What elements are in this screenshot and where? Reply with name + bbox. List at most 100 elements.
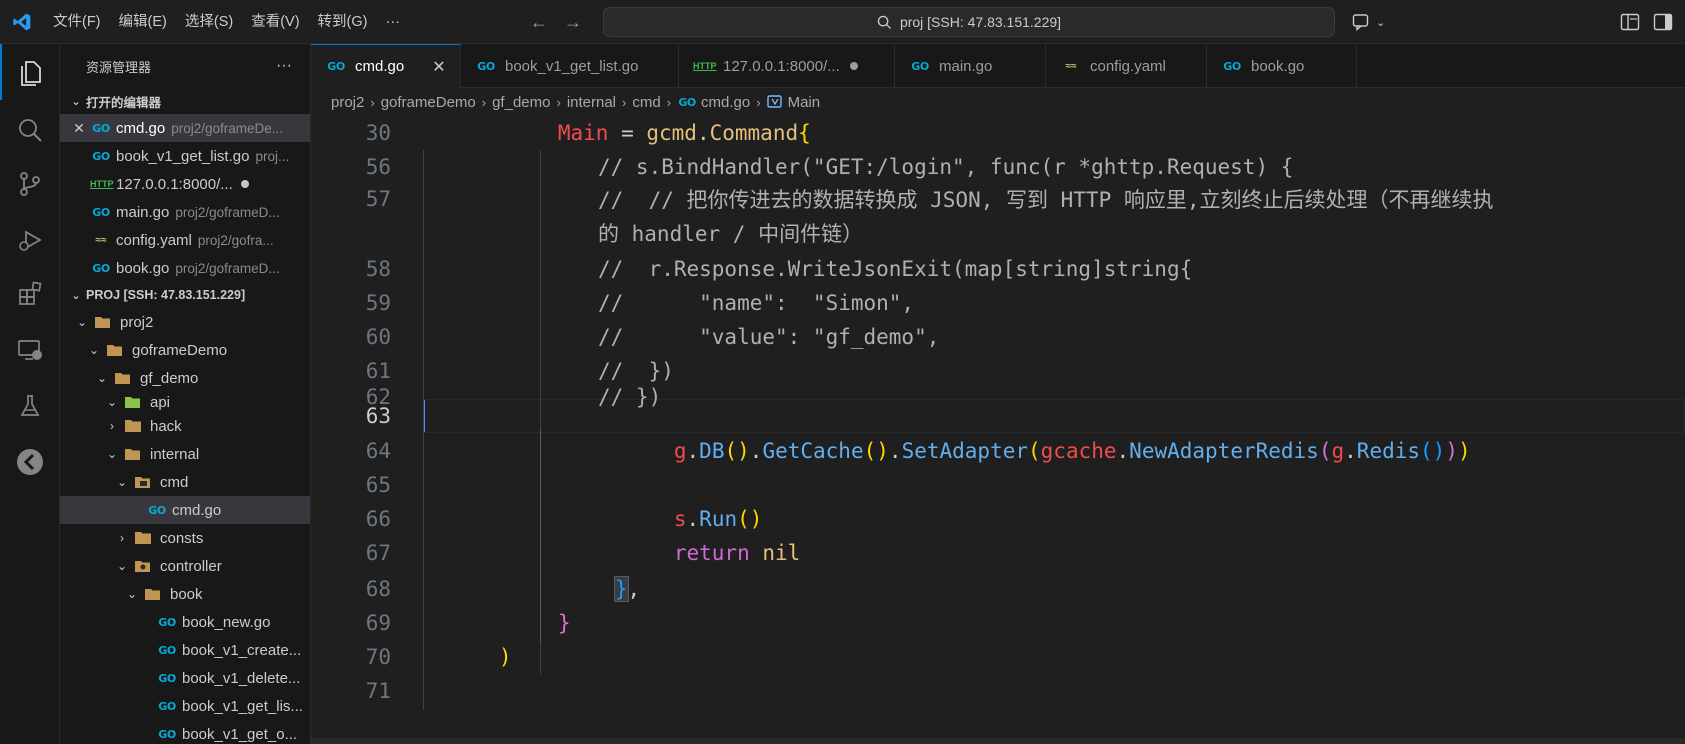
- tree-folder[interactable]: ⌄ api: [60, 392, 310, 412]
- tab-book-v1-get-list[interactable]: GO book_v1_get_list.go: [461, 44, 679, 88]
- code-comment: // // 把你传进去的数据转换成 JSON, 写到 HTTP 响应里,立刻终止…: [598, 188, 1494, 212]
- code-line: 67 return nil: [311, 536, 1685, 570]
- go-file-icon: GO: [92, 205, 110, 219]
- go-file-icon: GO: [158, 727, 176, 741]
- tree-folder[interactable]: ⌄ gf_demo: [60, 364, 310, 392]
- tree-folder[interactable]: ⌄ proj2: [60, 308, 310, 336]
- tab-http-request[interactable]: HTTP 127.0.0.1:8000/...: [679, 44, 895, 88]
- layout-toggle-button[interactable]: [1620, 0, 1640, 44]
- tree-item-label: proj2: [120, 313, 154, 331]
- copilot-chat-button[interactable]: ⌄: [1352, 0, 1385, 44]
- forward-arrow-icon[interactable]: →: [564, 12, 582, 33]
- back-arrow-icon[interactable]: ←: [530, 12, 548, 33]
- tree-file[interactable]: GO book_v1_create...: [60, 636, 310, 664]
- tab-book-go[interactable]: GO book.go: [1207, 44, 1357, 88]
- menu-view[interactable]: 查看(V): [242, 0, 308, 44]
- breadcrumb-item[interactable]: Main: [788, 94, 821, 111]
- run-debug-button[interactable]: [0, 212, 60, 268]
- chevron-right-icon: ›: [756, 94, 761, 110]
- go-extension-button[interactable]: [0, 434, 60, 490]
- tab-main-go[interactable]: GO main.go: [895, 44, 1046, 88]
- source-control-button[interactable]: [0, 156, 60, 212]
- breadcrumb-item[interactable]: cmd: [632, 94, 660, 111]
- open-editor-item[interactable]: HTTP 127.0.0.1:8000/...: [60, 170, 310, 198]
- breadcrumb-item[interactable]: internal: [567, 94, 616, 111]
- tree-folder[interactable]: › hack: [60, 412, 310, 440]
- open-editor-path: proj2/goframeD...: [175, 204, 280, 220]
- go-file-icon: GO: [911, 59, 929, 73]
- open-editor-item[interactable]: GO book_v1_get_list.go proj...: [60, 142, 310, 170]
- tree-folder[interactable]: › consts: [60, 524, 310, 552]
- open-editor-name: config.yaml: [116, 231, 192, 249]
- open-editors-section[interactable]: ⌄ 打开的编辑器: [60, 88, 310, 114]
- extensions-button[interactable]: [0, 266, 60, 322]
- chevron-down-icon: ⌄: [106, 395, 118, 409]
- line-number: 69: [365, 611, 391, 635]
- code-token: ): [498, 645, 512, 669]
- menu-go[interactable]: 转到(G): [309, 0, 377, 44]
- line-number: 30: [365, 121, 391, 145]
- command-center-search[interactable]: proj [SSH: 47.83.151.229]: [603, 7, 1335, 37]
- go-file-icon: GO: [158, 643, 176, 657]
- tree-file[interactable]: GO book_v1_get_lis...: [60, 692, 310, 720]
- open-editor-name: cmd.go: [116, 119, 166, 137]
- code-token: ): [737, 439, 750, 463]
- code-token: g: [1331, 439, 1345, 463]
- http-file-icon: HTTP: [90, 179, 114, 189]
- menu-bar: 文件(F) 编辑(E) 选择(S) 查看(V) 转到(G) ···: [44, 0, 409, 44]
- code-token: .: [1116, 439, 1130, 463]
- explorer-more-button[interactable]: ···: [276, 57, 292, 75]
- code-editor[interactable]: 30 Main = gcmd.Command{ 56 // s.BindHand…: [311, 116, 1685, 744]
- open-editor-item[interactable]: ≈≈ config.yaml proj2/gofra...: [60, 226, 310, 254]
- line-number: 57: [365, 187, 391, 211]
- tree-file[interactable]: GO book_new.go: [60, 608, 310, 636]
- tab-config-yaml[interactable]: ≈≈ config.yaml: [1046, 44, 1207, 88]
- code-token: }: [557, 611, 571, 635]
- menu-selection[interactable]: 选择(S): [176, 0, 242, 44]
- code-token: .: [696, 121, 710, 145]
- tree-folder[interactable]: ⌄ internal: [60, 440, 310, 468]
- menu-edit[interactable]: 编辑(E): [110, 0, 176, 44]
- horizontal-scrollbar[interactable]: [311, 738, 1685, 744]
- vscode-logo-icon[interactable]: [0, 0, 44, 44]
- tree-folder[interactable]: ⌄ cmd: [60, 468, 310, 496]
- code-token: .: [1344, 439, 1357, 463]
- chevron-down-icon: ⌄: [126, 587, 138, 601]
- workspace-section[interactable]: ⌄ PROJ [SSH: 47.83.151.229]: [60, 282, 310, 308]
- source-control-icon: [20, 172, 40, 196]
- activity-bar: [0, 44, 60, 744]
- go-file-icon: GO: [92, 121, 110, 135]
- breadcrumb-item[interactable]: cmd.go: [701, 94, 750, 111]
- open-editor-item[interactable]: GO main.go proj2/goframeD...: [60, 198, 310, 226]
- code-line: 30 Main = gcmd.Command{: [311, 116, 1685, 150]
- testing-button[interactable]: [0, 378, 60, 434]
- remote-explorer-button[interactable]: [0, 322, 60, 378]
- breadcrumb-item[interactable]: proj2: [331, 94, 364, 111]
- code-comment: // "name": "Simon",: [598, 291, 915, 315]
- open-editor-path: proj...: [255, 148, 290, 164]
- tree-folder[interactable]: ⌄ controller: [60, 552, 310, 580]
- menu-file[interactable]: 文件(F): [44, 0, 110, 44]
- tree-file-selected[interactable]: GO cmd.go: [60, 496, 310, 524]
- tree-item-label: book_new.go: [182, 613, 271, 631]
- sidebar-toggle-button[interactable]: [1653, 0, 1673, 44]
- open-editor-name: book_v1_get_list.go: [116, 147, 250, 165]
- close-icon[interactable]: ✕: [68, 120, 90, 137]
- breadcrumb-item[interactable]: gf_demo: [492, 94, 550, 111]
- explorer-button[interactable]: [0, 44, 60, 100]
- tree-folder[interactable]: ⌄ book: [60, 580, 310, 608]
- code-token: GetCache: [762, 439, 864, 463]
- tab-cmd-go[interactable]: GO cmd.go ✕: [311, 44, 461, 88]
- open-editor-item[interactable]: ✕ GO cmd.go proj2/goframeDe...: [60, 114, 310, 142]
- code-line-wrap: 的 handler / 中间件链）: [311, 216, 1685, 250]
- menu-more[interactable]: ···: [376, 0, 409, 44]
- search-view-button[interactable]: [0, 102, 60, 158]
- breadcrumb-item[interactable]: goframeDemo: [381, 94, 476, 111]
- code-token: NewAdapterRedis: [1129, 439, 1319, 463]
- open-editor-item[interactable]: GO book.go proj2/goframeD...: [60, 254, 310, 282]
- code-token: SetAdapter: [901, 439, 1028, 463]
- close-icon[interactable]: ✕: [432, 57, 445, 77]
- tree-file[interactable]: GO book_v1_get_o...: [60, 720, 310, 744]
- tree-file[interactable]: GO book_v1_delete...: [60, 664, 310, 692]
- tree-folder[interactable]: ⌄ goframeDemo: [60, 336, 310, 364]
